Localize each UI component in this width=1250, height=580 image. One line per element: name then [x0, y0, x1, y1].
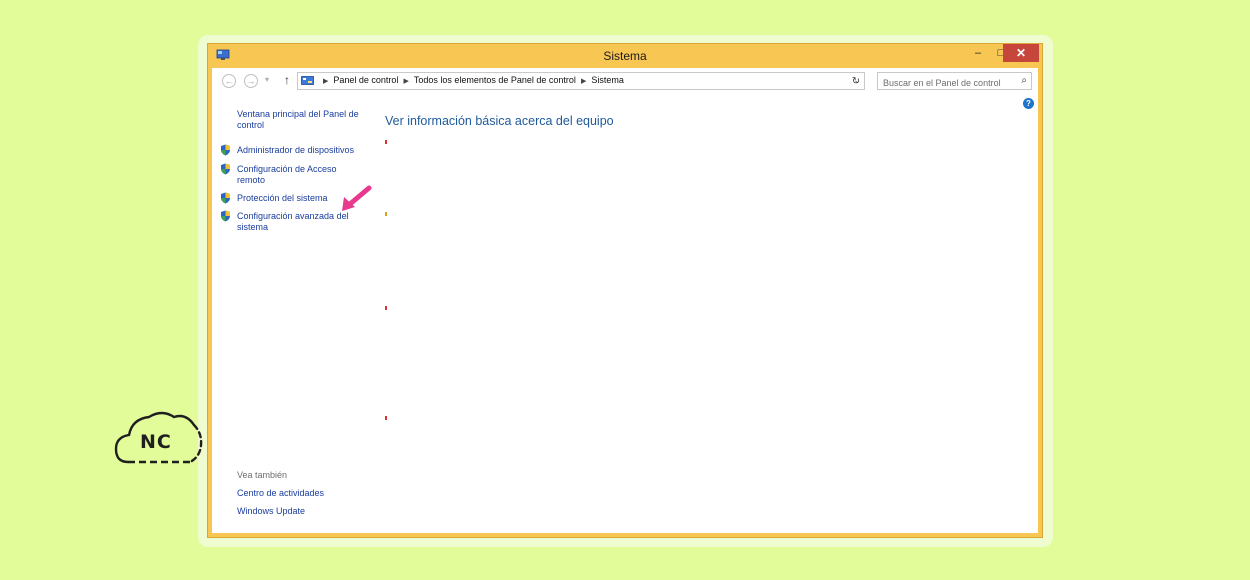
shield-icon: [221, 192, 230, 204]
back-button[interactable]: ←: [222, 74, 236, 88]
see-also-header: Vea también: [237, 470, 288, 480]
see-also-action-center[interactable]: Centro de actividades: [237, 488, 324, 499]
up-arrow-icon[interactable]: ↑: [284, 73, 290, 87]
see-also-windows-update[interactable]: Windows Update: [237, 506, 305, 517]
close-button[interactable]: ✕: [1003, 44, 1039, 62]
search-icon[interactable]: ⌕: [1021, 75, 1027, 86]
breadcrumb-system[interactable]: Sistema: [591, 75, 624, 85]
logo-text: NC: [140, 431, 172, 453]
titlebar[interactable]: Sistema – □ ✕: [208, 44, 1042, 68]
system-window: Sistema – □ ✕ ← → ▾ ↑ ▶ Panel de control ▶…: [207, 43, 1043, 538]
pink-arrow-icon: [342, 185, 372, 211]
shield-icon: [221, 144, 230, 156]
arrow-right-icon: →: [246, 76, 256, 86]
shield-icon: [221, 210, 230, 222]
forward-button[interactable]: →: [244, 74, 258, 88]
control-panel-icon: [301, 76, 314, 85]
window-title: Sistema: [603, 49, 647, 63]
breadcrumb-control-panel[interactable]: Panel de control: [333, 75, 398, 85]
address-box[interactable]: ▶ Panel de control ▶ Todos los elementos de…: [297, 72, 865, 90]
content-area: ? Ventana principal del Panel de control…: [212, 94, 1038, 533]
refresh-icon: ↻: [851, 75, 861, 87]
sidebar-item-device-manager[interactable]: Administrador de dispositivos: [237, 145, 377, 156]
section-marker: [385, 140, 387, 144]
refresh-button[interactable]: ↻: [848, 72, 865, 90]
breadcrumb-separator-icon: ▶: [403, 78, 409, 85]
section-marker: [385, 416, 387, 420]
address-bar-area: ← → ▾ ↑ ▶ Panel de control ▶ Todos los elem…: [212, 68, 1038, 94]
search-box[interactable]: ⌕: [877, 72, 1032, 90]
page-title: Ver información básica acerca del equipo: [385, 114, 614, 128]
help-icon[interactable]: ?: [1023, 98, 1034, 109]
breadcrumb-all-items[interactable]: Todos los elementos de Panel de control: [414, 75, 576, 85]
breadcrumb-separator-icon: ▶: [580, 78, 587, 85]
recent-locations-chevron-icon[interactable]: ▾: [265, 75, 269, 84]
breadcrumb-separator-icon: ▶: [323, 78, 329, 85]
sidebar-home-link[interactable]: Ventana principal del Panel de control: [237, 109, 367, 131]
breadcrumb: ▶ Panel de control ▶ Todos los elementos de…: [318, 75, 624, 85]
search-input[interactable]: [883, 76, 1013, 90]
sidebar-item-advanced-settings[interactable]: Configuración avanzada del sistema: [237, 211, 362, 233]
section-marker: [385, 212, 387, 216]
arrow-left-icon: ←: [224, 76, 234, 86]
sidebar-item-remote-access[interactable]: Configuración de Acceso remoto: [237, 164, 357, 186]
section-marker: [385, 306, 387, 310]
shield-icon: [221, 163, 230, 175]
